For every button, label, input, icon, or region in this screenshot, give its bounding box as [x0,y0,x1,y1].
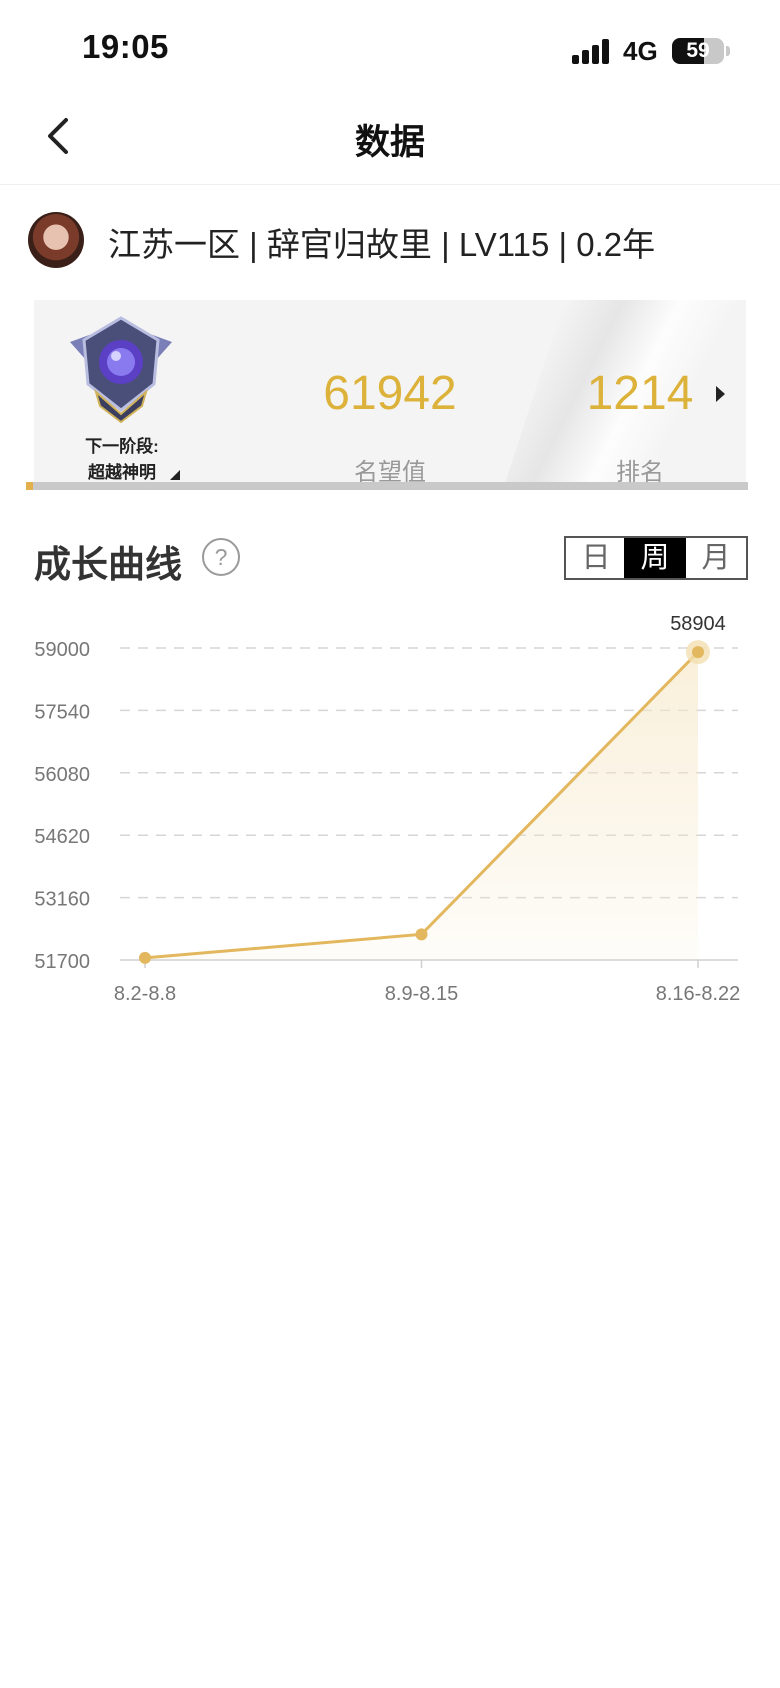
x-tick-label: 8.9-8.15 [385,983,458,1005]
stage-progress-fill [26,482,34,490]
page-title: 数据 [354,123,425,162]
help-icon[interactable]: ? [202,538,240,576]
battery-icon: 59 [672,38,724,64]
battery-level: 59 [686,39,710,62]
stage-progress-track [26,482,748,490]
y-tick-label: 51700 [34,951,90,973]
rank-value[interactable]: 1214 [560,366,720,421]
data-point [415,928,428,941]
caret-right-icon[interactable] [716,386,725,402]
last-value-label: 58904 [670,613,726,635]
data-point [139,951,151,964]
avatar[interactable] [28,212,84,268]
next-stage-label: 下一阶段: [85,437,159,456]
y-tick-label: 53160 [34,889,90,911]
period-tab-week[interactable]: 周 [624,536,686,580]
battery-cap [726,46,730,56]
y-tick-label: 57540 [34,701,90,723]
nav-divider [0,184,780,185]
corner-triangle-icon [170,470,180,480]
rank-badge-icon [66,314,176,424]
area-fill [145,652,698,960]
x-tick-label: 8.2-8.8 [114,983,176,1005]
signal-icon [572,38,612,64]
x-tick-label: 8.16-8.22 [656,983,741,1005]
profile-summary: 江苏一区 | 辞官归故里 | LV115 | 0.2年 [108,226,656,263]
growth-curve-title: 成长曲线 [34,544,182,585]
y-tick-label: 56080 [34,764,90,786]
period-tab-day[interactable]: 日 [564,536,626,580]
y-tick-label: 59000 [34,639,90,661]
data-point [692,646,704,659]
growth-line-chart: 59000 57540 56080 54620 53160 51700 8.2-8.8 8.9… [34,613,741,1005]
period-tab-month[interactable]: 月 [686,536,748,580]
y-tick-label: 54620 [34,826,90,848]
network-type: 4G [623,36,658,66]
fame-value: 61942 [323,367,457,420]
status-time: 19:05 [82,28,169,65]
next-stage-value: 超越神明 [88,463,156,482]
